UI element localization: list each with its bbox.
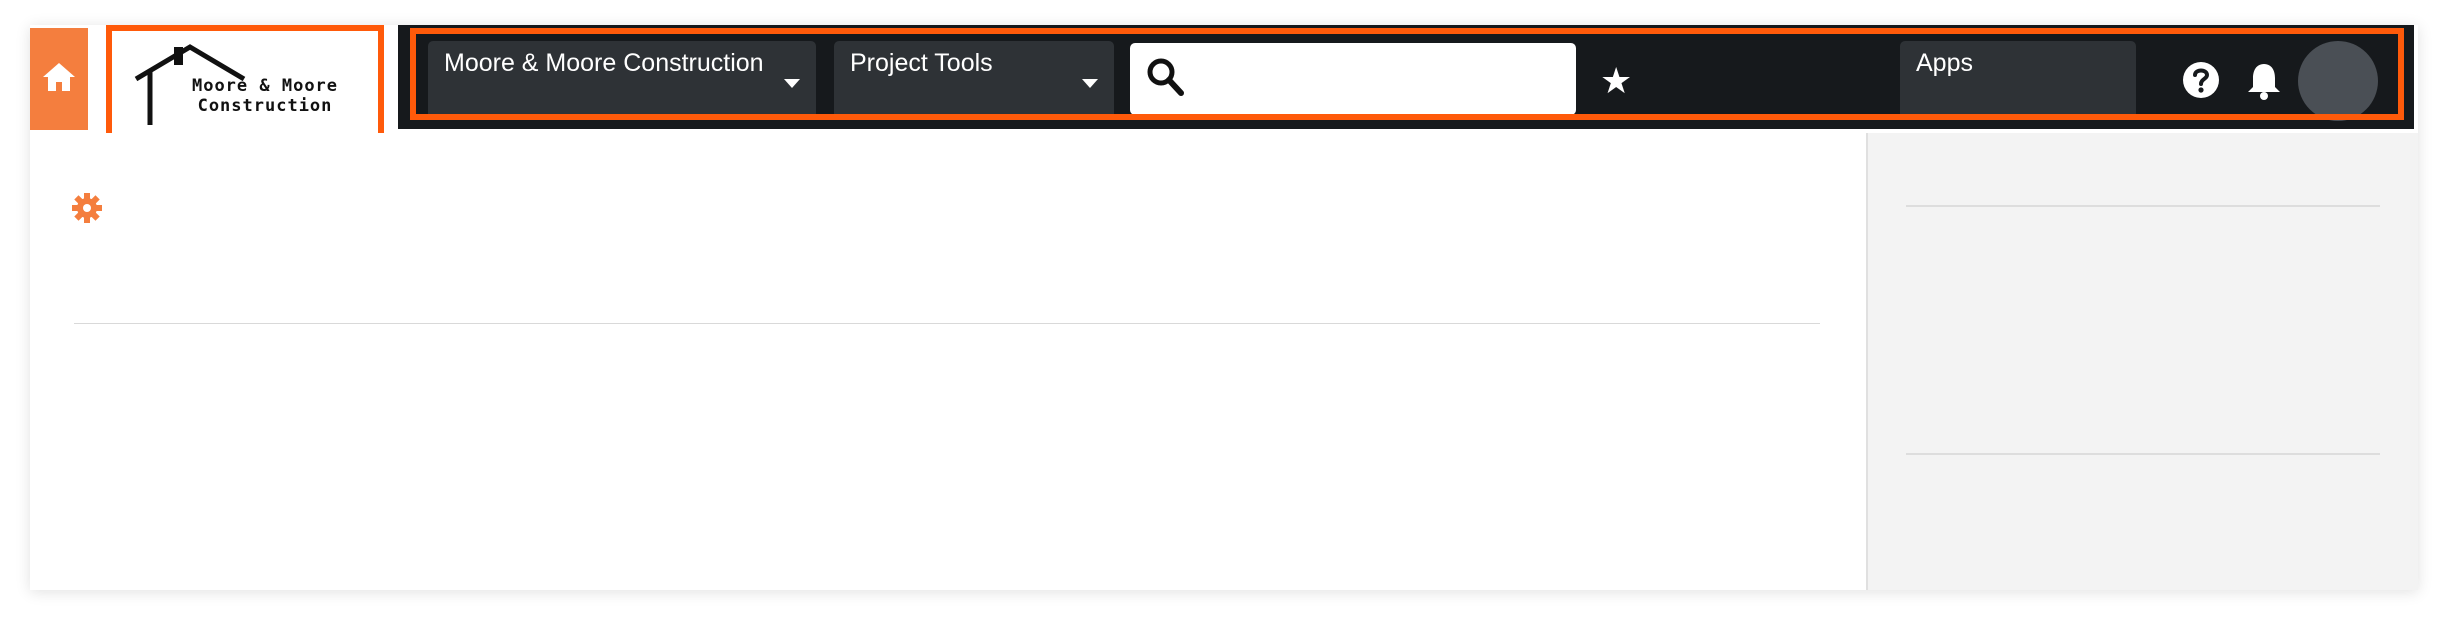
chevron-down-icon bbox=[1082, 79, 1098, 88]
logo-line-2: Construction bbox=[197, 96, 333, 116]
star-icon[interactable]: ★ bbox=[1600, 63, 1632, 99]
home-icon bbox=[42, 61, 76, 98]
apps-button[interactable]: Apps bbox=[1900, 41, 2136, 119]
search-box[interactable] bbox=[1130, 43, 1576, 115]
search-icon bbox=[1146, 57, 1184, 102]
project-tools-dropdown[interactable]: Project Tools bbox=[834, 41, 1114, 119]
chevron-down-icon bbox=[784, 79, 800, 88]
logo-text: Moore & Moore Construction bbox=[160, 76, 370, 116]
company-dropdown-label: Moore & Moore Construction bbox=[444, 49, 764, 77]
company-logo[interactable]: Moore & Moore Construction bbox=[106, 25, 384, 139]
right-sidebar bbox=[1866, 133, 2418, 590]
sidebar-divider bbox=[1906, 453, 2380, 455]
content-divider bbox=[74, 323, 1820, 324]
search-input[interactable] bbox=[1194, 48, 1576, 110]
apps-label: Apps bbox=[1916, 49, 1973, 77]
logo-line-1: Moore & Moore bbox=[191, 76, 339, 96]
home-button[interactable] bbox=[30, 28, 88, 130]
sidebar-divider bbox=[1906, 205, 2380, 207]
project-tools-label: Project Tools bbox=[850, 49, 993, 77]
bell-icon[interactable] bbox=[2246, 61, 2282, 106]
gear-icon[interactable] bbox=[72, 193, 102, 223]
company-dropdown[interactable]: Moore & Moore Construction bbox=[428, 41, 816, 119]
help-icon[interactable] bbox=[2182, 61, 2220, 104]
app-window: Moore & Moore Construction Moore & Moore… bbox=[30, 25, 2418, 590]
user-avatar[interactable] bbox=[2298, 41, 2378, 121]
main-content bbox=[30, 133, 1866, 590]
